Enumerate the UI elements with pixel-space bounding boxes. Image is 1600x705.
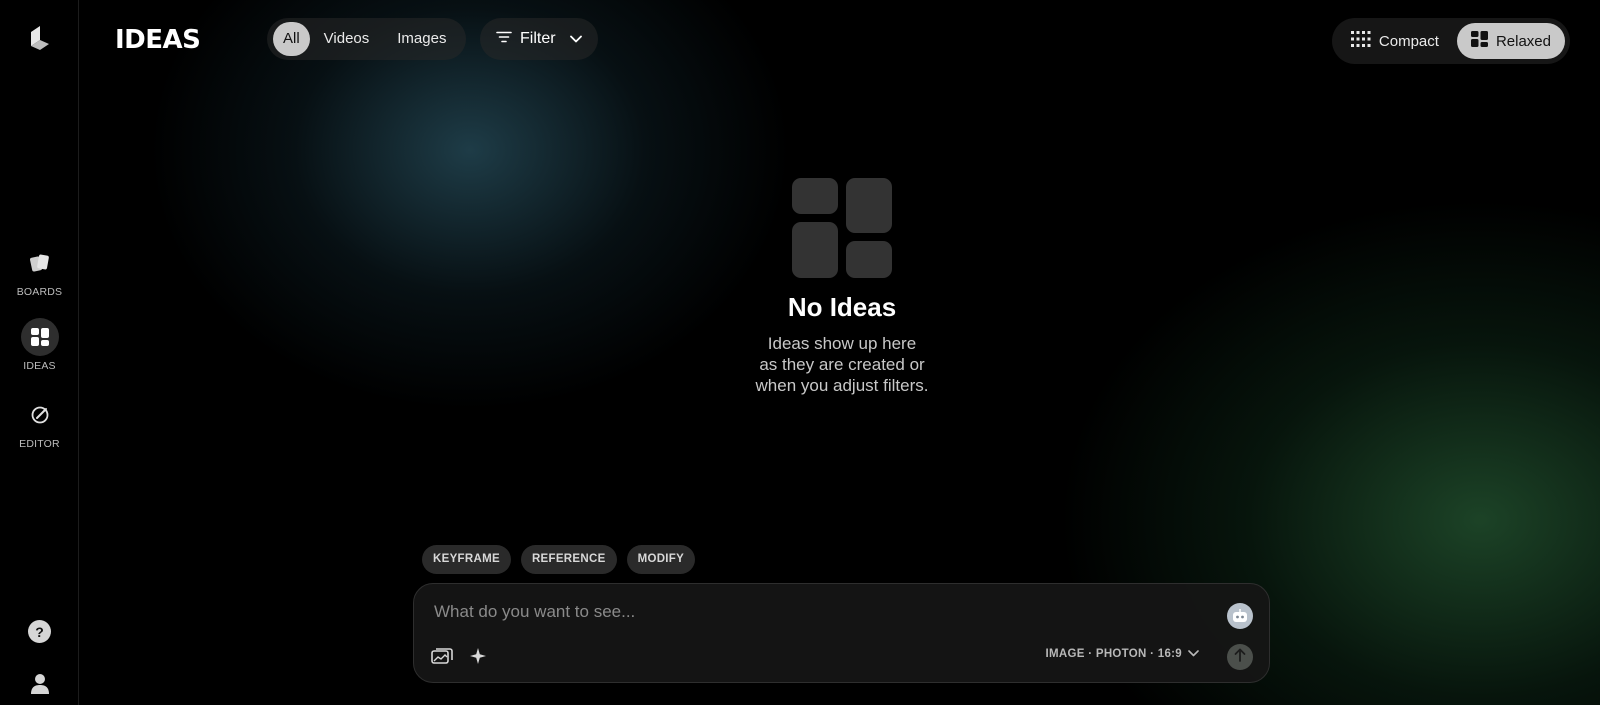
relaxed-grid-icon: [1470, 31, 1488, 51]
boards-icon: [21, 244, 59, 282]
sidebar-item-ideas[interactable]: IDEAS: [0, 318, 79, 372]
view-relaxed-label: Relaxed: [1495, 32, 1551, 50]
chip-reference[interactable]: REFERENCE: [520, 545, 617, 574]
sidebar-item-label: IDEAS: [23, 360, 56, 372]
ideas-grid-icon: [20, 318, 59, 356]
generation-settings-dropdown[interactable]: IMAGE · PHOTON · 16:9: [1046, 648, 1199, 660]
dot-grid-icon: [1350, 31, 1371, 51]
chevron-down-icon: [1188, 648, 1199, 660]
sidebar-item-editor[interactable]: EDITOR: [0, 396, 79, 450]
arrow-up-icon: [1234, 648, 1246, 667]
sidebar: BOARDS IDEAS EDITOR ?: [0, 0, 79, 705]
app-logo-icon[interactable]: [27, 24, 53, 50]
empty-state: No Ideas Ideas show up here as they are …: [642, 178, 1042, 396]
media-filter-videos[interactable]: Videos: [310, 22, 384, 56]
empty-state-line: Ideas show up here: [767, 334, 917, 353]
media-type-selector: All Videos Images: [267, 18, 467, 60]
chip-keyframe[interactable]: KEYFRAME: [422, 545, 511, 574]
add-image-button[interactable]: [430, 646, 454, 670]
submit-button[interactable]: [1227, 644, 1253, 670]
filter-label: Filter: [520, 30, 556, 47]
empty-state-title: No Ideas: [787, 292, 897, 322]
view-density-toggle: Compact Relaxed: [1331, 18, 1570, 64]
enhance-prompt-button[interactable]: [466, 646, 490, 670]
filter-lines-icon: [496, 30, 512, 48]
empty-state-description: Ideas show up here as they are created o…: [642, 333, 1042, 396]
chevron-down-icon: [569, 30, 582, 48]
prompt-mode-chips: KEYFRAME REFERENCE MODIFY: [422, 545, 696, 574]
robot-assistant-icon[interactable]: [1227, 603, 1253, 629]
user-icon[interactable]: [29, 672, 51, 694]
sidebar-item-boards[interactable]: BOARDS: [0, 244, 79, 298]
sparkle-icon: [469, 647, 487, 670]
media-filter-images[interactable]: Images: [383, 22, 460, 56]
page-title: IDEAS: [115, 25, 201, 55]
sidebar-item-label: EDITOR: [19, 438, 60, 450]
prompt-input[interactable]: [432, 598, 1196, 626]
view-compact-button[interactable]: Compact: [1337, 23, 1453, 59]
help-icon[interactable]: ?: [28, 620, 51, 643]
empty-state-line: as they are created or: [759, 355, 925, 374]
view-compact-label: Compact: [1378, 32, 1439, 50]
chip-modify[interactable]: MODIFY: [626, 545, 696, 574]
media-filter-all[interactable]: All: [273, 22, 310, 56]
generation-settings-label: IMAGE · PHOTON · 16:9: [1045, 648, 1182, 660]
prompt-box: IMAGE · PHOTON · 16:9: [413, 583, 1270, 683]
filter-button[interactable]: Filter: [480, 18, 598, 60]
ideas-placeholder-icon: [792, 178, 892, 278]
empty-state-line: when you adjust filters.: [755, 376, 929, 395]
image-upload-icon: [431, 647, 453, 670]
editor-icon: [21, 396, 59, 434]
view-relaxed-button[interactable]: Relaxed: [1456, 23, 1565, 59]
sidebar-item-label: BOARDS: [16, 286, 63, 298]
